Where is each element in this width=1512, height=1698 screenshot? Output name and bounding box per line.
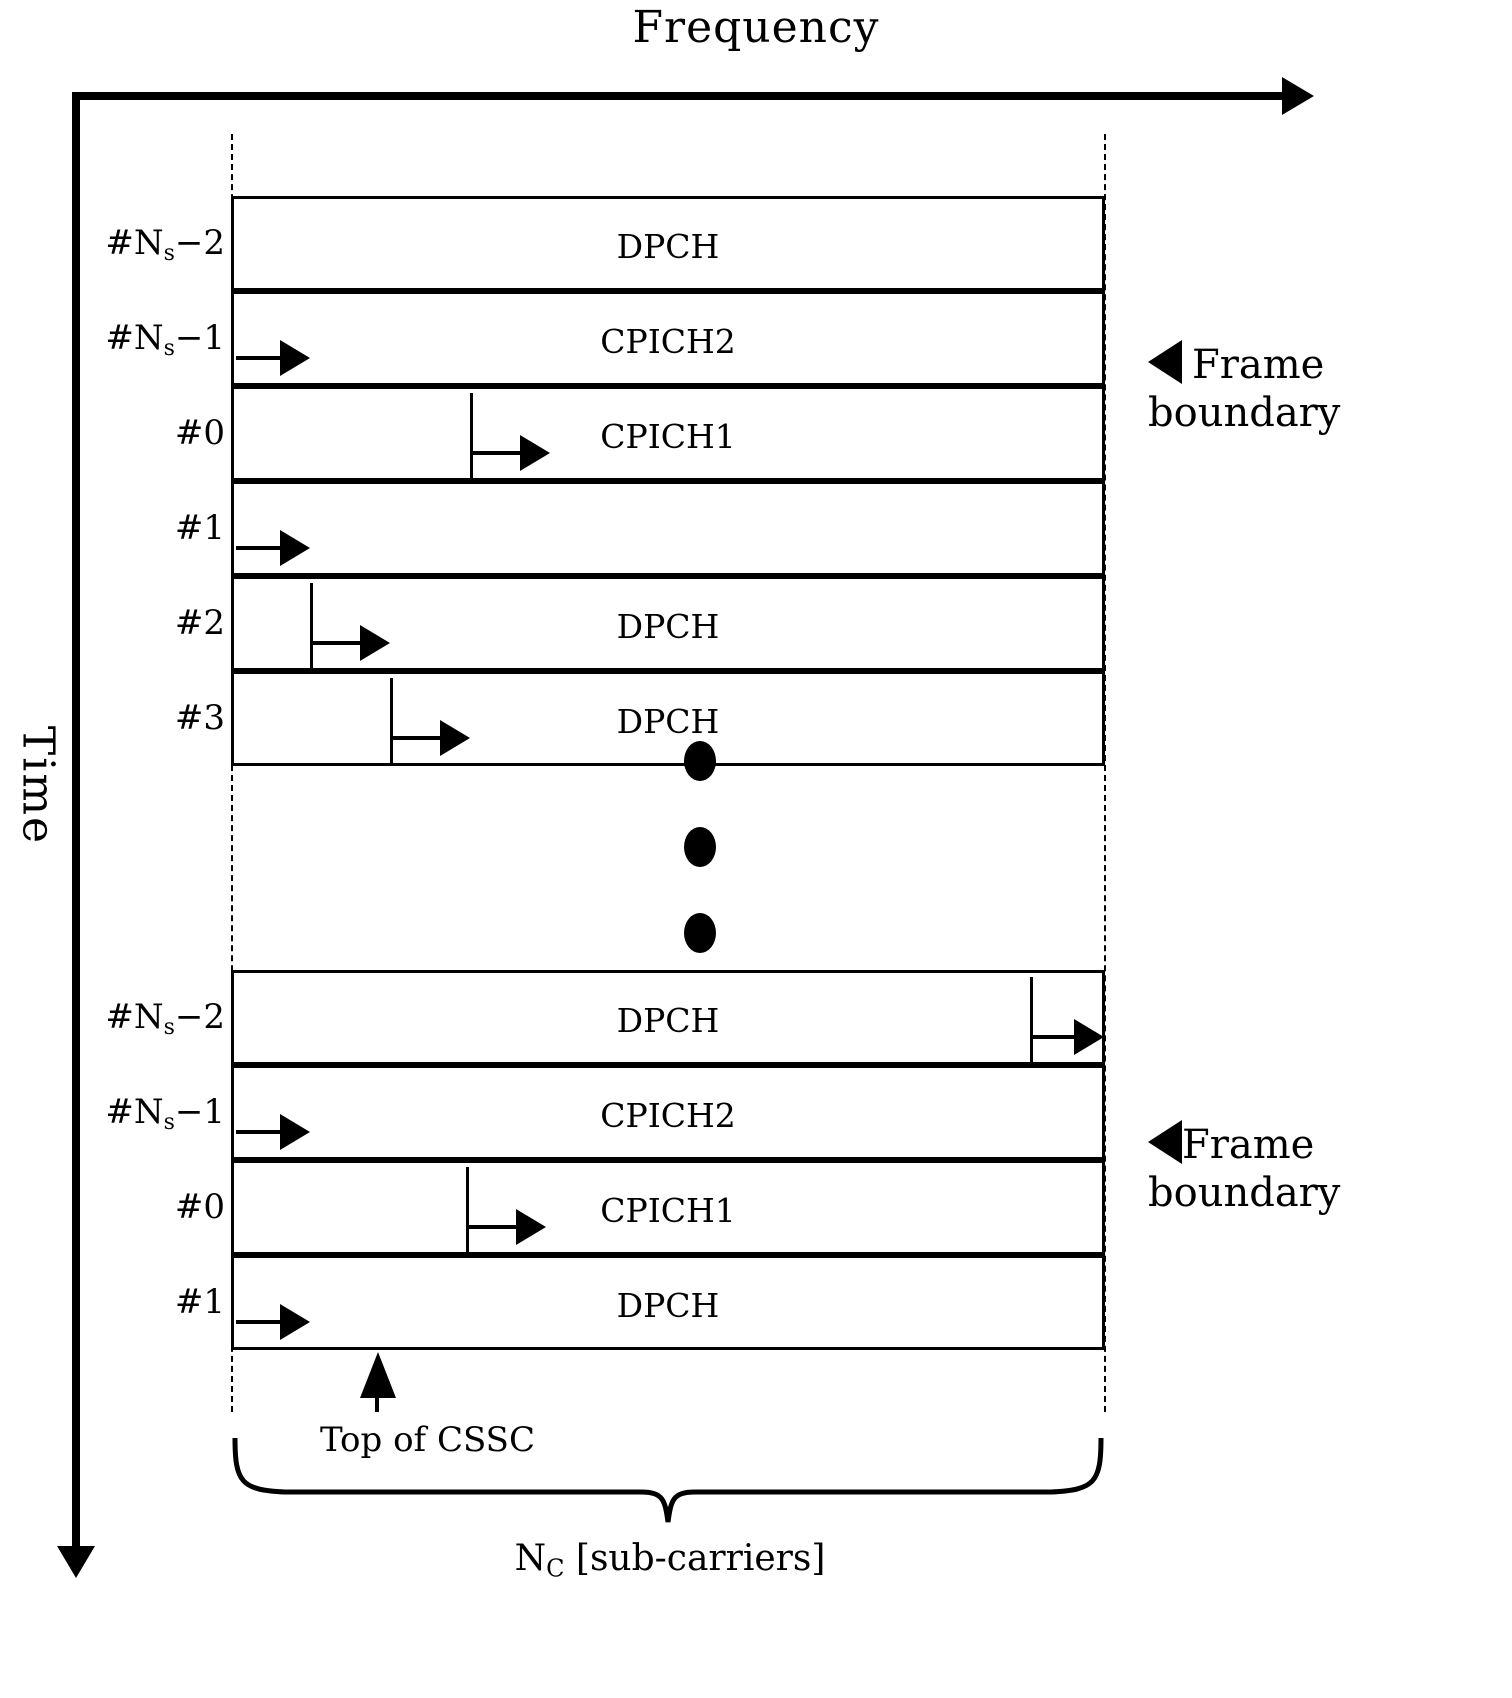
slot-index-label: #1 xyxy=(174,508,225,548)
slot-index-label: #1 xyxy=(174,1282,225,1322)
slot-channel-label: CPICH2 xyxy=(600,322,736,361)
frequency-axis-line xyxy=(72,92,1290,100)
frame-boundary-line2: boundary xyxy=(1148,390,1341,436)
slot-channel-label: DPCH xyxy=(616,702,720,741)
table-row: DPCH xyxy=(231,196,1105,291)
table-row: CPICH2 xyxy=(231,291,1105,386)
slot-index-label: #0 xyxy=(174,1187,225,1227)
slot-channel-label: DPCH xyxy=(616,1001,720,1040)
slot-grid: DPCH CPICH2 CPICH1 DPCH DPCH DPCH CPICH2… xyxy=(231,196,1105,1350)
table-row: CPICH1 xyxy=(231,386,1105,481)
table-row: CPICH2 xyxy=(231,1065,1105,1160)
slot-channel-label: CPICH2 xyxy=(600,1096,736,1135)
slot-index-subscript: s xyxy=(163,1110,175,1136)
slot-index-offset: −1 xyxy=(174,1092,225,1132)
slot-index-subscript: s xyxy=(163,336,175,362)
frame-boundary-line1: Frame xyxy=(1192,342,1325,388)
frame-boundary-callout-1: Frame boundary xyxy=(1148,340,1340,437)
slot-index-label: #0 xyxy=(174,413,225,453)
table-row: DPCH xyxy=(231,1255,1105,1350)
slot-index-text: #N xyxy=(105,318,164,358)
slot-index-offset: −2 xyxy=(174,997,225,1037)
frame-boundary-line1: Frame xyxy=(1182,1122,1315,1168)
frequency-axis-title: Frequency xyxy=(632,2,880,53)
slot-index-subscript: s xyxy=(163,241,175,267)
slot-channel-label: DPCH xyxy=(616,1286,720,1325)
table-row: DPCH xyxy=(231,576,1105,671)
slot-index-subscript: s xyxy=(163,1015,175,1041)
band-width-label: NC [sub-carriers] xyxy=(0,1538,1340,1583)
slot-channel-label: CPICH1 xyxy=(600,417,736,456)
slot-index-label: #3 xyxy=(174,698,225,738)
top-of-cssc-stem xyxy=(375,1390,379,1412)
slot-index-text: #N xyxy=(105,223,164,263)
band-width-brace-icon xyxy=(232,1438,1104,1523)
table-row: DPCH xyxy=(231,671,1105,766)
slot-channel-label: DPCH xyxy=(616,227,720,266)
nc-unit-text: [sub-carriers] xyxy=(564,1538,826,1579)
nc-subscript: C xyxy=(546,1554,565,1583)
left-triangle-icon xyxy=(1148,1120,1182,1164)
left-triangle-icon xyxy=(1148,340,1182,384)
slot-index-text: #N xyxy=(105,1092,164,1132)
slot-index-label: #Ns−2 xyxy=(45,196,225,301)
table-row xyxy=(231,481,1105,576)
slot-channel-label: CPICH1 xyxy=(600,1191,736,1230)
slot-index-text: #N xyxy=(105,997,164,1037)
slot-index-label: #Ns−1 xyxy=(45,291,225,396)
table-row: DPCH xyxy=(231,970,1105,1065)
frequency-axis-arrowhead-icon xyxy=(1282,77,1314,115)
nc-symbol: N xyxy=(514,1538,547,1579)
slot-index-offset: −2 xyxy=(174,223,225,263)
frame-boundary-line2: boundary xyxy=(1148,1170,1341,1216)
frame-boundary-callout-2: Frame boundary xyxy=(1148,1120,1340,1217)
slot-index-label: #Ns−2 xyxy=(45,970,225,1075)
slot-index-offset: −1 xyxy=(174,318,225,358)
continuation-ellipsis-icon xyxy=(684,741,724,999)
slot-index-label: #2 xyxy=(174,603,225,643)
slot-index-label: #Ns−1 xyxy=(45,1065,225,1170)
table-row: CPICH1 xyxy=(231,1160,1105,1255)
